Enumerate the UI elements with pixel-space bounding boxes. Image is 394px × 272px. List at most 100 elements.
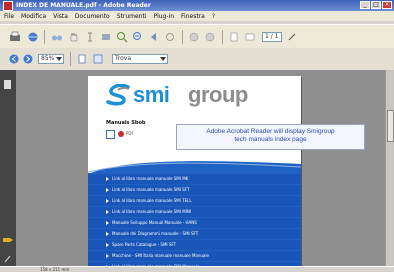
printer-icon xyxy=(10,31,20,41)
zoom-select[interactable]: 85% xyxy=(38,54,64,64)
rotate-button[interactable] xyxy=(164,31,176,43)
previous-page-button[interactable] xyxy=(8,53,20,65)
find-field[interactable]: Trova xyxy=(112,54,168,64)
annotation-callout: Adobe Acrobat Reader will display Smigro… xyxy=(176,124,365,150)
menu-bar: File Modifica Vista Documento Strumenti … xyxy=(0,11,394,21)
previous-view-button[interactable] xyxy=(188,31,200,43)
manual-link[interactable]: Link al libro manuale manuale SMI MK xyxy=(88,174,301,184)
triangle-bullet-icon xyxy=(106,177,109,181)
page-number-field[interactable]: 1 / 1 xyxy=(262,32,282,42)
search-button[interactable] xyxy=(50,31,64,43)
fit-width-button[interactable] xyxy=(244,31,256,43)
zoom-out-button[interactable] xyxy=(132,31,144,43)
main-toolbar: 1 / 1 xyxy=(0,24,394,50)
continuous-page-button[interactable] xyxy=(92,53,104,65)
window-title: INDEX DE MANUALE.pdf - Adobe Reader xyxy=(16,2,151,9)
navigation-toolbar: 85% Trova xyxy=(0,48,394,71)
acrobat-icon xyxy=(118,131,124,137)
arrow-icon xyxy=(151,33,156,41)
circle-left-icon xyxy=(189,32,199,42)
zoom-in-button[interactable] xyxy=(116,31,128,43)
triangle-bullet-icon xyxy=(106,221,109,225)
maximize-button[interactable]: □ xyxy=(371,1,381,9)
callout-line-1: Adobe Acrobat Reader will display Smigro… xyxy=(206,128,335,135)
menu-help[interactable]: ? xyxy=(212,13,215,20)
page-width-icon xyxy=(245,33,255,41)
manual-link[interactable]: Spare Parts Catalogue - SMI SFT xyxy=(88,240,301,250)
find-value: Trova xyxy=(115,55,132,62)
status-bar: 158 x 211 mm xyxy=(0,266,394,272)
globe-icon xyxy=(28,32,38,42)
window-controls: _ □ × xyxy=(360,1,392,9)
triangle-bullet-icon xyxy=(106,199,109,203)
rotate-icon xyxy=(166,33,174,41)
single-page-button[interactable] xyxy=(76,53,88,65)
circle-right-icon xyxy=(205,32,215,42)
paperclip-icon xyxy=(4,255,11,263)
first-page-button[interactable] xyxy=(148,31,160,43)
binoculars-icon xyxy=(52,35,62,41)
manual-link[interactable]: Link al libro manuale manuale SMI MINI xyxy=(88,207,301,217)
logo-text-group: group xyxy=(188,82,248,107)
smigroup-logo-icon xyxy=(106,84,130,106)
vertical-scrollbar[interactable] xyxy=(385,70,394,266)
menu-plugins[interactable]: Plug-in xyxy=(153,13,174,20)
manual-link[interactable]: Macchine - SMI Italia manuale manuale Ma… xyxy=(88,251,301,261)
menu-document[interactable]: Documento xyxy=(75,13,110,20)
fit-page-button[interactable] xyxy=(228,31,240,43)
manual-link[interactable]: Manuale Sviluppo Manual Manuale - HANS xyxy=(88,218,301,228)
attachments-panel-button[interactable] xyxy=(3,254,13,264)
close-button[interactable]: × xyxy=(382,1,392,9)
chevron-down-icon xyxy=(160,57,166,61)
pages-panel-button[interactable] xyxy=(3,80,13,90)
section-title: Manuals Sbob xyxy=(106,120,146,126)
menu-view[interactable]: Vista xyxy=(53,13,68,20)
manual-link[interactable]: Link al libro manuale manuale SMI TELL xyxy=(88,196,301,206)
manual-link[interactable]: Manuale dei Diagrammi manuale - SMI SFT xyxy=(88,229,301,239)
next-view-button[interactable] xyxy=(204,31,216,43)
help-icon xyxy=(288,33,296,41)
menu-edit[interactable]: Modifica xyxy=(21,13,46,20)
menu-file[interactable]: File xyxy=(4,13,14,20)
bookmark-icon xyxy=(3,238,13,242)
window-titlebar: INDEX DE MANUALE.pdf - Adobe Reader _ □ … xyxy=(0,0,394,11)
icon-label: PDF xyxy=(126,131,134,136)
pdf-page: smi group Manuals Sbob PDF Link al libro… xyxy=(88,76,301,271)
email-button[interactable] xyxy=(26,31,40,43)
pages-icon xyxy=(93,54,103,64)
blue-wave-decoration xyxy=(88,161,301,174)
hand-icon xyxy=(70,32,78,42)
magnifier-plus-icon xyxy=(117,32,128,43)
menu-tools[interactable]: Strumenti xyxy=(117,13,147,20)
page-size-status: 158 x 211 mm xyxy=(40,267,70,272)
page-fit-icon xyxy=(230,32,238,42)
logo-text-smi: smi xyxy=(133,82,170,107)
next-page-button[interactable] xyxy=(22,53,34,65)
help-button[interactable] xyxy=(286,31,298,43)
snapshot-button[interactable] xyxy=(100,31,112,43)
pages-panel-icon xyxy=(4,80,11,89)
triangle-bullet-icon xyxy=(106,210,109,214)
page-icon xyxy=(78,54,86,64)
arrow-right-icon xyxy=(23,54,33,64)
bookmarks-panel-button[interactable] xyxy=(3,234,13,244)
text-select-icon xyxy=(88,32,92,42)
scrollbar-thumb[interactable] xyxy=(387,110,394,142)
callout-line-2: tech manuals index page xyxy=(234,136,307,143)
triangle-bullet-icon xyxy=(106,243,109,247)
triangle-bullet-icon xyxy=(106,188,109,192)
navigation-pane xyxy=(0,70,16,271)
camera-icon xyxy=(102,34,110,40)
adobe-reader-app-icon xyxy=(3,0,13,11)
triangle-bullet-icon xyxy=(106,232,109,236)
magnifier-minus-icon xyxy=(133,32,141,40)
triangle-bullet-icon xyxy=(106,254,109,258)
print-button[interactable] xyxy=(8,31,22,43)
zoom-value: 85% xyxy=(41,55,55,62)
minimize-button[interactable]: _ xyxy=(360,1,370,9)
select-text-button[interactable] xyxy=(84,31,96,43)
arrow-left-icon xyxy=(9,54,19,64)
hand-tool-button[interactable] xyxy=(68,31,80,43)
manual-link[interactable]: Link al libro manuale manuale SMI SFT xyxy=(88,185,301,195)
menu-window[interactable]: Finestra xyxy=(181,13,205,20)
